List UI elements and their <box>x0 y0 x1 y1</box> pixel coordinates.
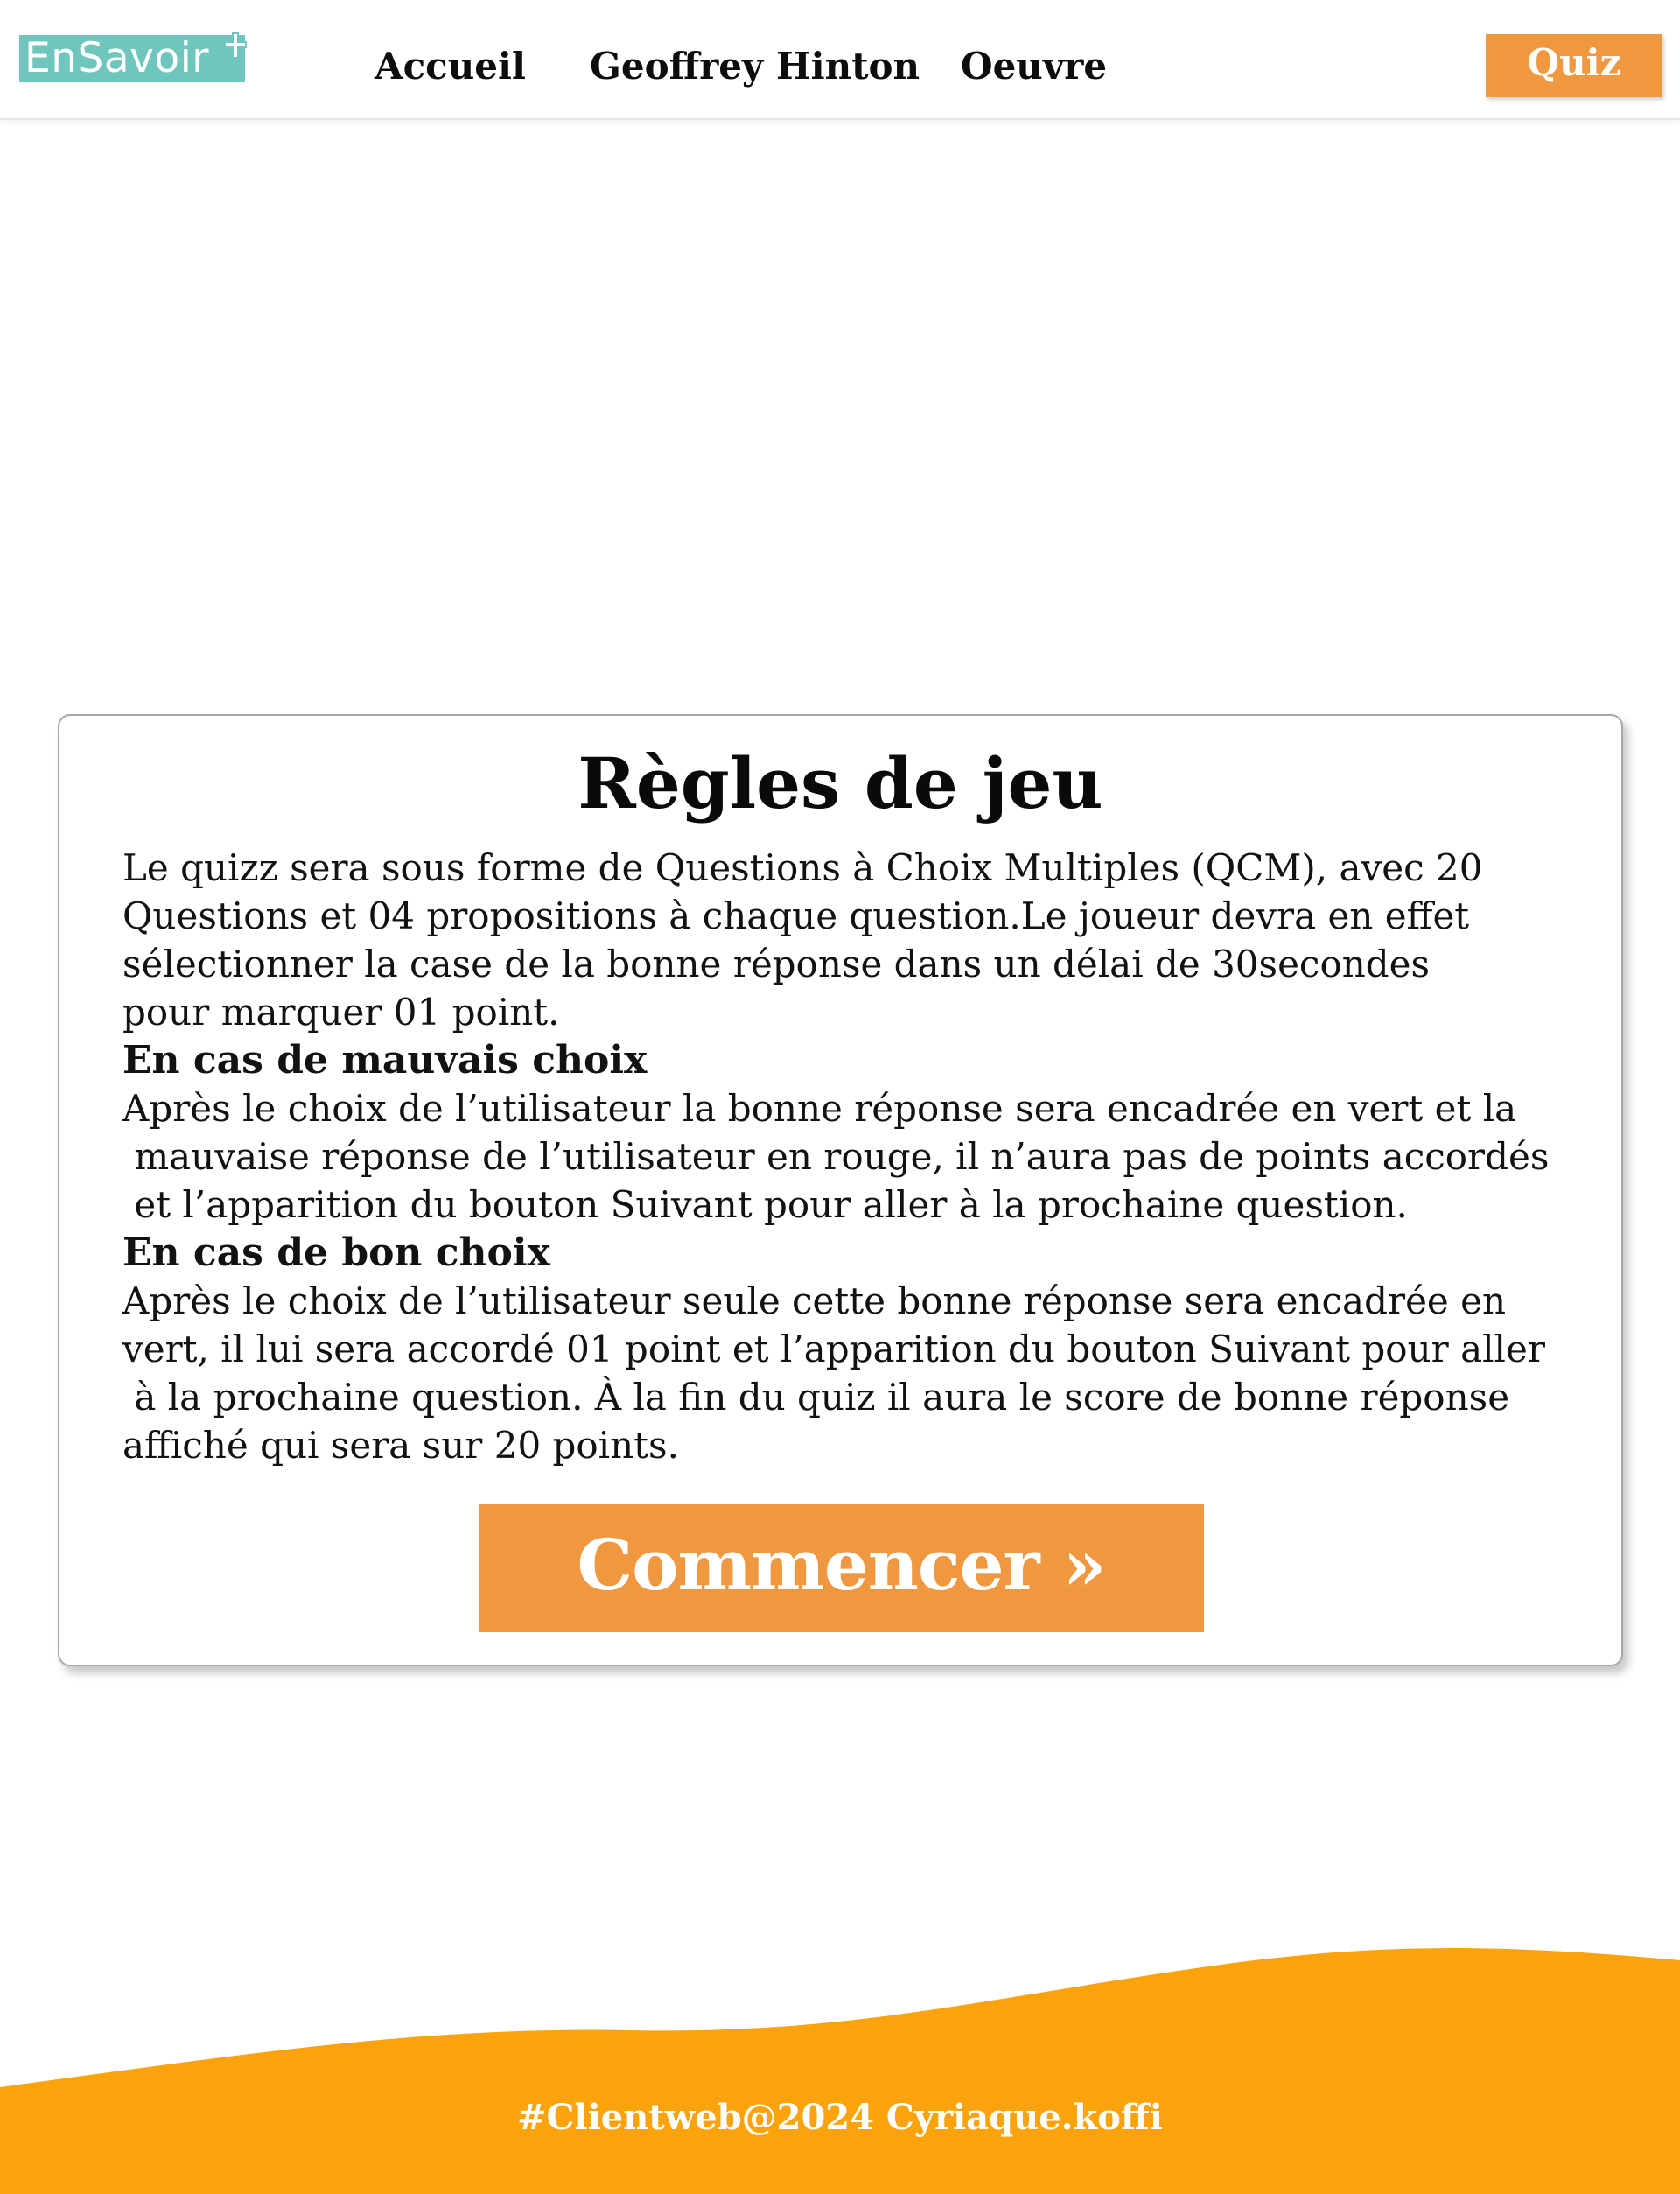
footer-credit: #Clientweb@2024 Cyriaque.koffi <box>517 2097 1163 2138</box>
rules-intro-line: sélectionner la case de la bonne réponse… <box>122 943 1431 985</box>
rules-title: Règles de jeu <box>578 742 1103 824</box>
footer-wave <box>0 1948 1680 2194</box>
rules-intro-line: Le quizz sera sous forme de Questions à … <box>122 846 1483 889</box>
site-logo[interactable]: EnSavoir <box>19 32 247 82</box>
plus-icon-svg <box>224 32 247 59</box>
bad-choice-heading: En cas de mauvais choix <box>122 1038 648 1083</box>
rules-text: Le quizz sera sous forme de Questions à … <box>122 844 1601 1469</box>
good-choice-line: Après le choix de l’utilisateur seule ce… <box>122 1279 1507 1322</box>
quiz-button[interactable]: Quiz <box>1486 34 1662 97</box>
nav-link-geoffrey-hinton[interactable]: Geoffrey Hinton <box>590 40 920 93</box>
rules-intro-line: Questions et 04 propositions à chaque qu… <box>122 894 1470 937</box>
good-choice-line: vert, il lui sera accordé 01 point et l’… <box>122 1328 1545 1370</box>
good-choice-heading: En cas de bon choix <box>122 1230 550 1275</box>
bad-choice-line: mauvaise réponse de l’utilisateur en rou… <box>122 1135 1550 1178</box>
plus-icon <box>224 25 247 65</box>
good-choice-line: à la prochaine question. À la fin du qui… <box>122 1376 1510 1419</box>
nav-link-accueil[interactable]: Accueil <box>374 40 526 93</box>
bad-choice-line: et l’apparition du bouton Suivant pour a… <box>122 1183 1408 1226</box>
good-choice-line: affiché qui sera sur 20 points. <box>122 1424 679 1467</box>
footer-wave-shape <box>0 1948 1680 2194</box>
bad-choice-line: Après le choix de l’utilisateur la bonne… <box>122 1087 1517 1130</box>
nav-link-oeuvre[interactable]: Oeuvre <box>961 40 1107 93</box>
logo-text: EnSavoir <box>24 34 210 82</box>
rules-intro-line: pour marquer 01 point. <box>122 991 560 1034</box>
site-header: EnSavoir Accueil Geoffrey Hinton Oeuvre … <box>0 0 1680 120</box>
rules-card: Règles de jeu Le quizz sera sous forme d… <box>58 714 1623 1666</box>
start-quiz-button[interactable]: Commencer » <box>479 1504 1204 1632</box>
